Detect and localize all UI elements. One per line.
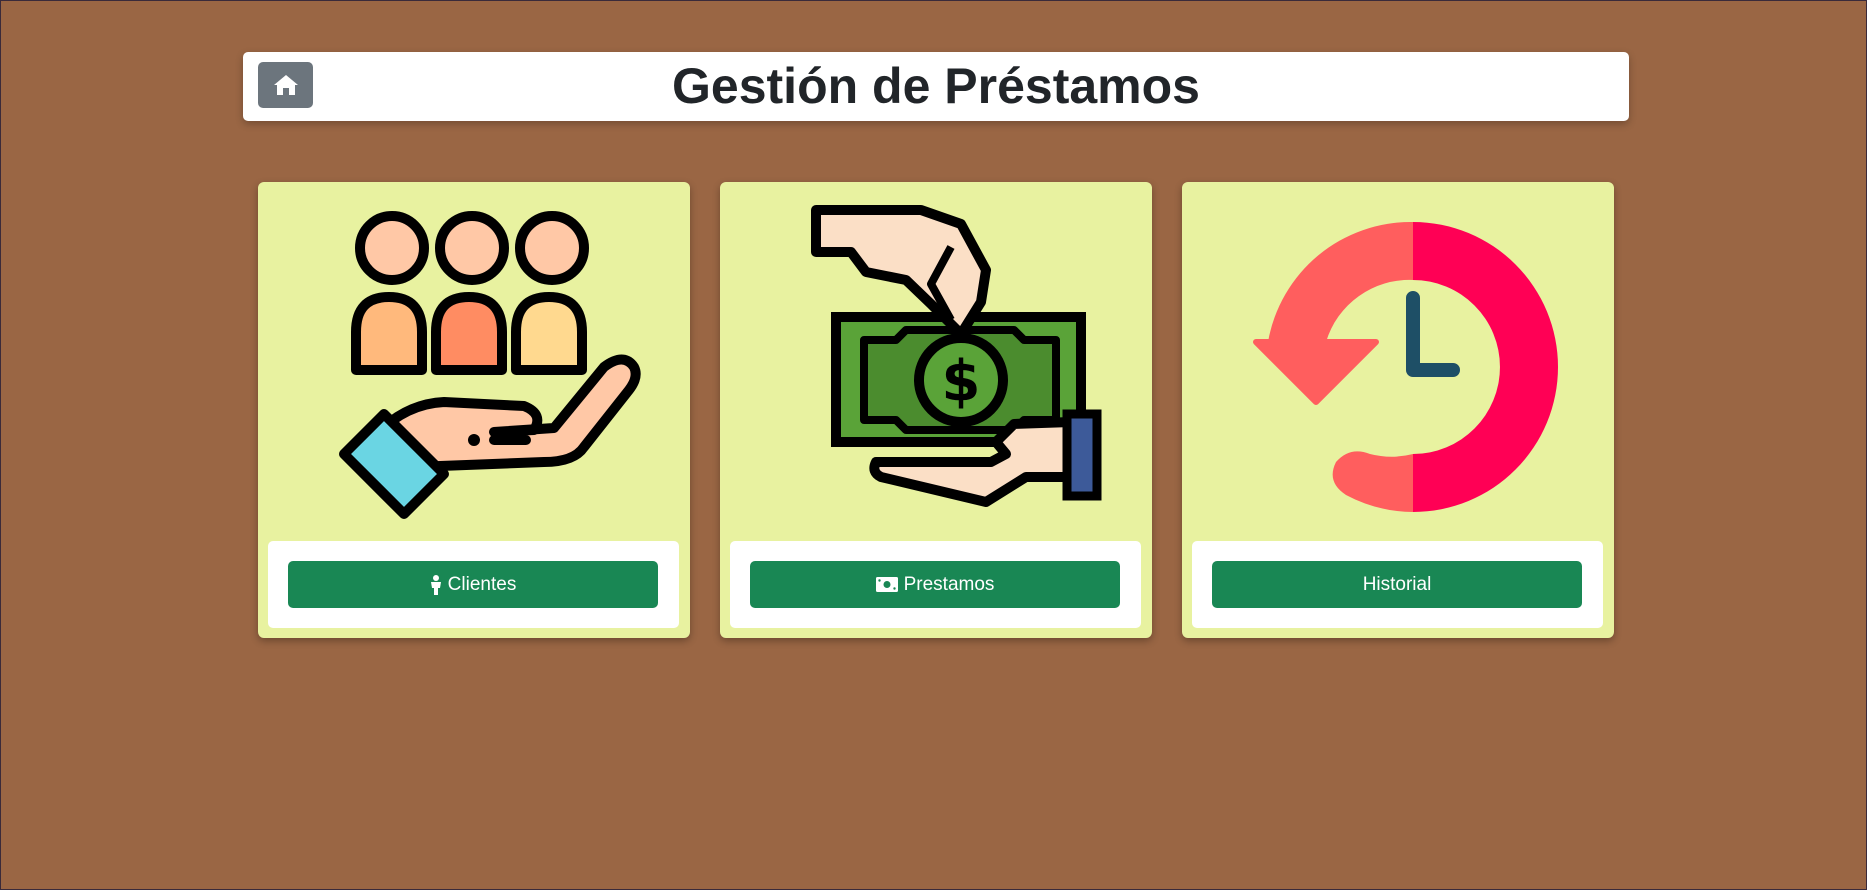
history-button-label: Historial [1362, 573, 1432, 595]
loans-illustration: $ [720, 182, 1152, 542]
loans-button[interactable]: Prestamos [750, 561, 1120, 608]
clients-illustration [258, 182, 690, 542]
page-header: Gestión de Préstamos [243, 52, 1629, 121]
history-button[interactable]: Historial [1212, 561, 1582, 608]
clients-card-footer: Clientes [268, 541, 679, 628]
history-illustration [1182, 182, 1614, 542]
loans-card: $ Prestamos [720, 182, 1152, 638]
history-card: Historial [1182, 182, 1614, 638]
clients-button[interactable]: Clientes [288, 561, 658, 608]
person-icon [430, 574, 442, 595]
money-bill-icon [875, 577, 898, 592]
page-title: Gestión de Préstamos [672, 58, 1200, 114]
loans-card-footer: Prestamos [730, 541, 1141, 628]
history-card-footer: Historial [1192, 541, 1603, 628]
svg-text:$: $ [942, 349, 981, 414]
loans-button-label: Prestamos [903, 573, 995, 595]
clients-card: Clientes [258, 182, 690, 638]
clients-button-label: Clientes [447, 573, 517, 595]
